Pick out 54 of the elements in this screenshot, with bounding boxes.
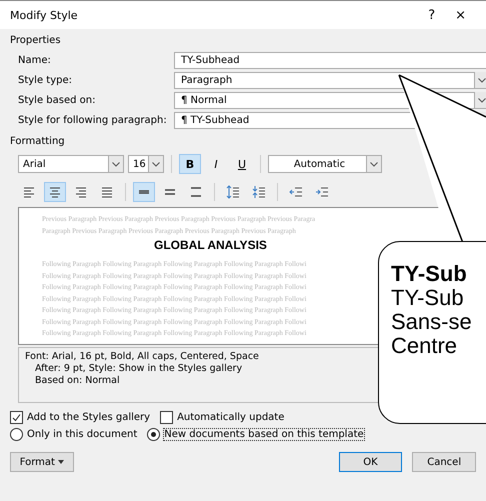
align-center-icon [48, 185, 62, 199]
field-label: Style based on: [18, 94, 96, 106]
checkmark-icon [12, 413, 21, 422]
radio-label: Only in this document [27, 429, 138, 440]
align-left-icon [22, 185, 36, 199]
italic-button[interactable]: I [205, 154, 227, 174]
checkbox-label: Automatically update [177, 412, 284, 423]
help-button[interactable]: ? [418, 8, 446, 22]
field-label: Style type: [18, 74, 74, 86]
caret-icon [58, 460, 64, 464]
font-dropdown[interactable]: Arial [18, 155, 124, 173]
section-heading: Properties [10, 35, 62, 46]
size-dropdown[interactable]: 16 [128, 155, 164, 173]
underline-button[interactable]: U [231, 154, 253, 174]
align-justify-icon [100, 185, 114, 199]
chevron-down-icon [478, 98, 486, 102]
field-label: Name: [18, 54, 52, 66]
description-text: Font: Arial, 16 pt, Bold, All caps, Centered, Space [25, 351, 260, 363]
description-text: After: 9 pt, Style: Show in the Styles gallery [34, 363, 244, 375]
close-button[interactable]: × [445, 8, 476, 22]
section-heading: Formatting [10, 136, 66, 147]
bold-button[interactable]: B [179, 154, 201, 174]
radio-button[interactable] [10, 428, 23, 441]
input-field[interactable]: TY-Subhead [174, 52, 486, 68]
align-right-icon [74, 185, 88, 199]
callout-text: TY-Sub [391, 286, 465, 310]
outdent-icon [289, 185, 303, 199]
radio-label: New documents based on this template [164, 429, 364, 440]
checkbox[interactable] [160, 411, 174, 424]
checkbox-label: Add to the Styles gallery [27, 412, 150, 423]
spacing-single-button[interactable] [133, 182, 155, 202]
callout-text: Sans-se [391, 310, 473, 334]
dropdown-field[interactable]: Paragraph [174, 72, 486, 88]
spacing-arrows-icon [226, 185, 240, 199]
window-title: Modify Style [10, 8, 79, 22]
ok-button[interactable]: OK [338, 452, 402, 472]
preview-sample-text: GLOBAL ANALYSIS [154, 238, 267, 252]
callout-text: Centre [391, 334, 458, 358]
chevron-down-icon [112, 162, 120, 166]
chevron-down-icon [152, 162, 160, 166]
spacing-arrows-icon [252, 185, 266, 199]
checkbox[interactable] [10, 411, 23, 424]
indent-icon [315, 185, 329, 199]
field-label: Style for following paragraph: [18, 114, 168, 126]
callout-title: TY-Sub [391, 262, 468, 286]
align-center-button[interactable] [44, 182, 66, 202]
color-dropdown[interactable]: Automatic [268, 155, 382, 173]
format-button[interactable]: Format [10, 452, 74, 472]
chevron-down-icon [478, 78, 486, 82]
line-spacing-icon [189, 185, 203, 199]
description-text: Based on: Normal [34, 375, 121, 387]
chevron-down-icon [370, 162, 378, 166]
radio-button[interactable] [147, 428, 160, 441]
cancel-button[interactable]: Cancel [412, 452, 476, 472]
